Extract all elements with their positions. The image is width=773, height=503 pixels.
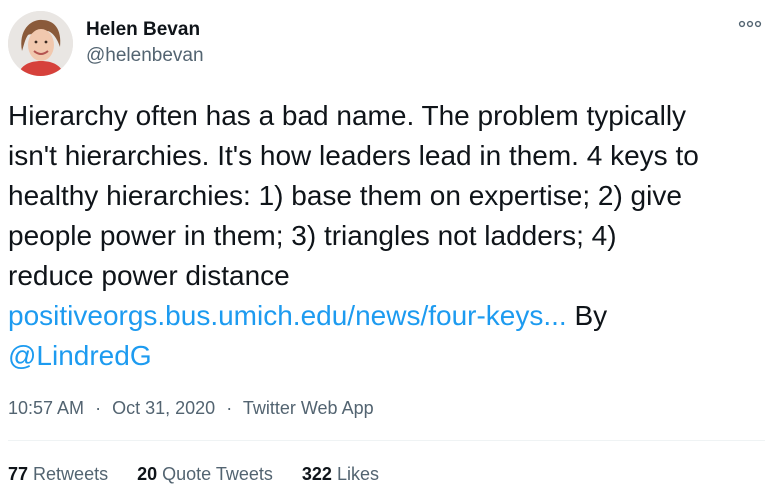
tweet-line: Hierarchy often has a bad name. The prob… [8, 100, 687, 131]
tweet-date[interactable]: Oct 31, 2020 [112, 398, 215, 418]
mention-link[interactable]: @LindredG [8, 340, 152, 371]
tweet-stats: 77 Retweets 20 Quote Tweets 322 Likes [8, 464, 403, 485]
author-name[interactable]: Helen Bevan [86, 19, 200, 41]
tweet-line: positiveorgs.bus.umich.edu/news/four-key… [8, 296, 768, 336]
tweet-meta: 10:57 AM · Oct 31, 2020 · Twitter Web Ap… [8, 398, 374, 419]
meta-separator: · [95, 398, 102, 418]
retweets-count: 77 [8, 464, 29, 484]
meta-separator: · [226, 398, 233, 418]
likes-count: 322 [301, 464, 332, 484]
divider [8, 440, 765, 441]
more-horizontal-icon[interactable] [737, 14, 763, 34]
tweet-line: isn't hierarchies. It's how leaders lead… [8, 140, 699, 171]
avatar[interactable] [8, 11, 73, 76]
tweet-source[interactable]: Twitter Web App [243, 398, 374, 418]
avatar-photo [8, 11, 73, 76]
by-text: By [566, 300, 608, 331]
quote-tweets-label: Quote Tweets [162, 464, 273, 484]
quote-tweets-stat[interactable]: 20 Quote Tweets [137, 464, 278, 484]
tweet-line: healthy hierarchies: 1) base them on exp… [8, 180, 682, 211]
author-handle[interactable]: @helenbevan [86, 45, 204, 67]
tweet-link[interactable]: positiveorgs.bus.umich.edu/news/four-key… [8, 300, 567, 331]
likes-label: Likes [336, 464, 379, 484]
quote-tweets-count: 20 [137, 464, 158, 484]
retweets-label: Retweets [33, 464, 109, 484]
tweet-text: Hierarchy often has a bad name. The prob… [8, 96, 768, 376]
likes-stat[interactable]: 322 Likes [302, 464, 379, 484]
retweets-stat[interactable]: 77 Retweets [8, 464, 113, 484]
tweet-line: people power in them; 3) triangles not l… [8, 220, 617, 251]
tweet-line: reduce power distance [8, 260, 290, 291]
tweet-time[interactable]: 10:57 AM [8, 398, 84, 418]
tweet-line: @LindredG [8, 336, 768, 376]
